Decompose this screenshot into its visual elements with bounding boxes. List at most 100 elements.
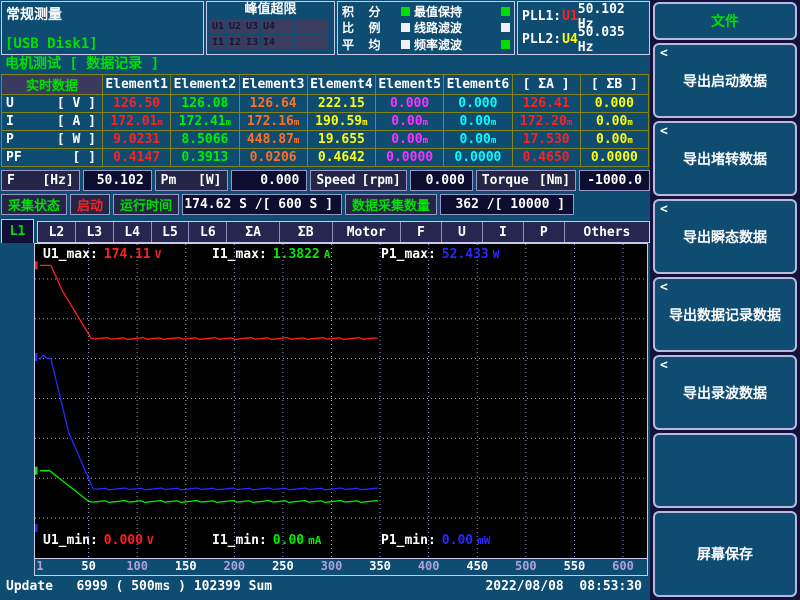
label-name: Pm [161, 173, 177, 188]
tab-l6[interactable]: L6 [189, 222, 227, 242]
trace-start-marker [35, 524, 38, 532]
cell-u-7: 126.41 [512, 95, 580, 113]
tab-l2[interactable]: L2 [38, 222, 76, 242]
pll2-row: PLL2:U450.035 Hz [522, 32, 645, 48]
peak-cell-empty [278, 19, 294, 34]
tab-sigma-a[interactable]: ΣA [227, 222, 280, 242]
softkey-label: 导出堵转数据 [683, 149, 767, 169]
cell-u-2: 126.08 [171, 95, 239, 113]
frequency-label: F[Hz] [1, 170, 80, 191]
cell-i-7: 172.20m [512, 113, 580, 131]
cell-u-5: 0.000 [376, 95, 444, 113]
realtime-data-label: 实时数据 [2, 75, 103, 95]
chart-min-labels: U1_min:0.000VI1_min:0.00mAP1_min:0.00mW [43, 533, 550, 548]
label-unit: [rpm] [362, 173, 401, 188]
export-transient-data-button[interactable]: < 导出瞬态数据 [653, 199, 797, 274]
column-header: Element6 [444, 75, 512, 95]
max-u1-max: U1_max:174.11V [43, 247, 212, 262]
cell-p-1: 9.0231 [103, 131, 171, 149]
indicator-频率滤波: 频率滤波 [412, 37, 512, 53]
peak-cell-empty [278, 35, 294, 50]
label-value: 52.433 [442, 247, 489, 262]
indicator-积分: 积 分 [340, 3, 412, 19]
trend-curves [35, 244, 647, 558]
indicator-平均: 平 均 [340, 37, 412, 53]
chart-x-axis: 150100150200250300350400450500550600 [35, 558, 647, 575]
chevron-left-icon: < [660, 202, 668, 217]
indicator-on-icon [401, 7, 410, 16]
datetime: 2022/08/08 08:53:30 [485, 579, 642, 594]
speed-value: 0.000 [410, 170, 473, 191]
runtime-value: 174.62 S /[ 600 S ] [182, 194, 342, 215]
label-name: P1_max: [381, 247, 436, 262]
trace-p1 [40, 355, 378, 490]
tab-i[interactable]: I [483, 222, 524, 242]
tab-f[interactable]: F [401, 222, 442, 242]
x-tick-200: 200 [223, 559, 245, 573]
table-row-p: P[ W ]9.02318.5066448.87m19.6550.00m0.00… [2, 131, 649, 149]
cell-p-4: 19.655 [307, 131, 375, 149]
export-stall-data-button[interactable]: <导出堵转数据 [653, 121, 797, 196]
pll-source: U4 [562, 32, 578, 47]
cell-pf-8: 0.0000 [580, 149, 648, 167]
screen-save-button[interactable]: 屏幕保存 [653, 511, 797, 597]
quantity-symbol: P [6, 132, 14, 147]
indicator-label: 频率滤波 [414, 36, 462, 53]
peak-cell-i4: I4 [261, 35, 277, 50]
empty-button-slot [653, 433, 797, 508]
measurement-table: 实时数据Element1Element2Element3Element4Elem… [1, 74, 649, 167]
cell-p-2: 8.5066 [171, 131, 239, 149]
label-value: 0.000 [104, 533, 143, 548]
tab-others[interactable]: Others [565, 222, 649, 242]
max-p1-max: P1_max:52.433W [381, 247, 550, 262]
function-indicator-panel: 积 分比 例平 均 最值保持线路滤波频率滤波 [337, 1, 515, 55]
label-unit: [W] [198, 173, 221, 188]
update-counter: Update 6999 ( 500ms ) 102399 Sum [6, 579, 272, 594]
indicator-column-left: 积 分比 例平 均 [340, 3, 412, 53]
export-waveform-data-button[interactable]: <导出录波数据 [653, 355, 797, 430]
column-header: [ ΣA ] [512, 75, 580, 95]
label-value: 1.3822 [273, 247, 320, 262]
label-name: U1_max: [43, 247, 98, 262]
trace-start-marker [35, 353, 38, 361]
indicator-label: 线路滤波 [414, 19, 462, 36]
tab-motor[interactable]: Motor [333, 222, 401, 242]
indicator-off-icon [401, 40, 410, 49]
acq-status-label: 采集状态 [1, 194, 67, 215]
cell-u-3: 126.64 [239, 95, 307, 113]
peak-cell-empty [312, 35, 328, 50]
peak-over-limit-panel: 峰值超限 U1U2U3U4I1I2I3I4 [206, 1, 335, 55]
export-startup-data-button[interactable]: <导出启动数据 [653, 43, 797, 118]
speed-label: Speed [rpm] [310, 170, 406, 191]
peak-cell-u2: U2 [227, 19, 243, 34]
pm-label: Pm [W] [155, 170, 228, 191]
cell-pf-1: 0.4147 [103, 149, 171, 167]
tab-l5[interactable]: L5 [152, 222, 190, 242]
cell-pf-2: 0.3913 [171, 149, 239, 167]
min-p1-min: P1_min:0.00mW [381, 533, 550, 548]
cell-pf-6: 0.0000 [444, 149, 512, 167]
tab-p[interactable]: P [524, 222, 565, 242]
label-name: Speed [316, 173, 355, 188]
sample-count-value: 362 /[ 10000 ] [440, 194, 574, 215]
row-label-text: PF[ ] [2, 150, 102, 165]
measure-mode-panel: 常规测量 [USB Disk1] [1, 1, 204, 55]
tab-l3[interactable]: L3 [76, 222, 114, 242]
label-name: Torque [482, 173, 529, 188]
cell-i-4: 190.59m [307, 113, 375, 131]
tab-sigma-b[interactable]: ΣB [280, 222, 333, 242]
peak-cell-u1: U1 [210, 19, 226, 34]
row-label-text: P[ W ] [2, 132, 102, 147]
export-datalog-data-button[interactable]: <导出数据记录数据 [653, 277, 797, 352]
tab-u[interactable]: U [442, 222, 483, 242]
tab-l1-active[interactable]: L1 [1, 219, 34, 243]
softkey-label: 导出数据记录数据 [669, 305, 781, 325]
indicator-label: 比 例 [342, 19, 380, 36]
tab-l4[interactable]: L4 [114, 222, 152, 242]
peak-cell-u4: U4 [261, 19, 277, 34]
indicator-on-icon [501, 7, 510, 16]
label-name: U1_min: [43, 533, 98, 548]
trace-start-marker [35, 467, 38, 475]
label-unit: [Nm] [539, 173, 570, 188]
softkey-label: 导出瞬态数据 [683, 227, 767, 247]
